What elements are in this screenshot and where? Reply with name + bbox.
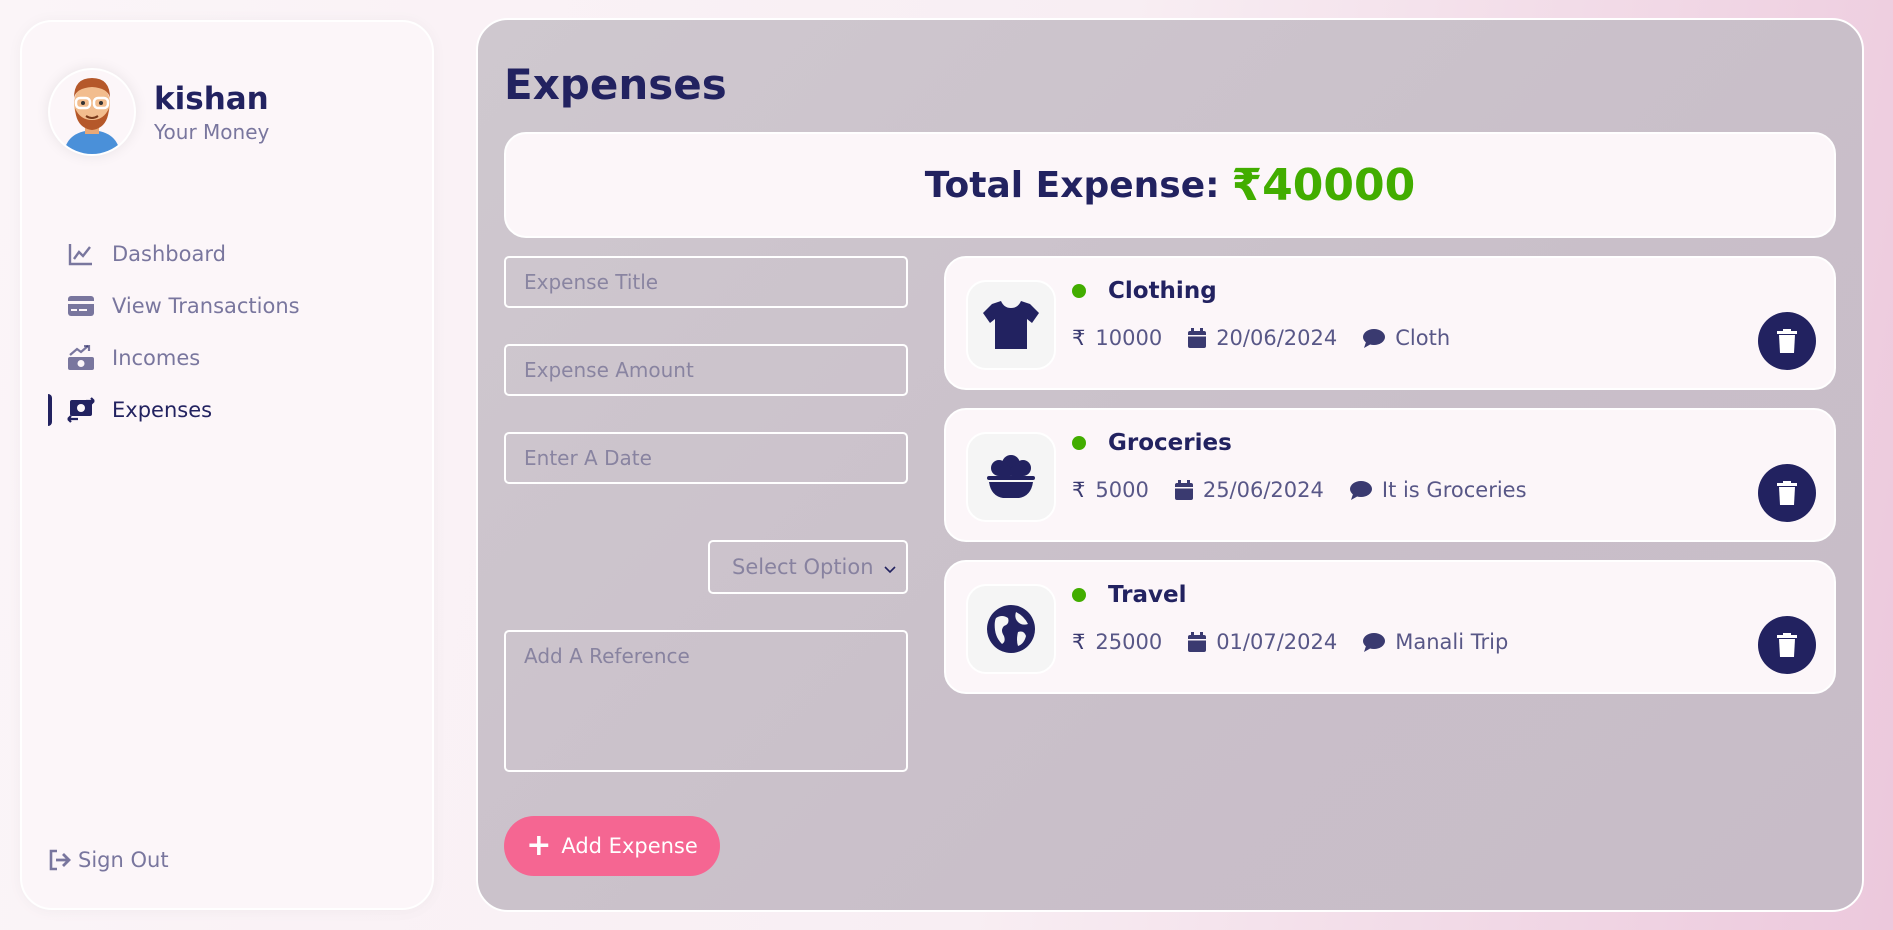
expense-note: Manali Trip — [1395, 630, 1509, 654]
user-profile: kishan Your Money — [48, 68, 269, 156]
expense-title: Travel — [1108, 582, 1187, 608]
money-bill-trend-icon — [66, 345, 96, 371]
expense-date: 01/07/2024 — [1216, 630, 1338, 654]
globe-icon — [966, 584, 1056, 674]
expense-amount: 25000 — [1095, 630, 1163, 654]
calendar-icon — [1188, 328, 1207, 348]
comment-icon — [1349, 480, 1372, 500]
expense-note: Cloth — [1395, 326, 1451, 350]
trash-icon — [1777, 329, 1797, 353]
nav-item-label: Dashboard — [112, 242, 226, 266]
expense-note: It is Groceries — [1381, 478, 1527, 502]
delete-expense-button[interactable] — [1758, 616, 1816, 674]
trash-icon — [1777, 481, 1797, 505]
expense-amount: 5000 — [1095, 478, 1149, 502]
expense-amount-input[interactable] — [504, 344, 908, 396]
expense-item: Groceries ₹5000 25/06/2024 It is Groceri… — [944, 408, 1836, 542]
status-dot — [1072, 436, 1086, 450]
category-select-value: Select Option — [732, 555, 874, 579]
main-panel: Expenses Total Expense: ₹40000 Select Op… — [476, 18, 1864, 912]
sign-out-button[interactable]: Sign Out — [48, 848, 169, 872]
user-subtitle: Your Money — [154, 120, 270, 144]
nav-menu: Dashboard View Transactions Incomes Expe… — [22, 228, 432, 436]
nav-item-dashboard[interactable]: Dashboard — [22, 228, 432, 280]
add-expense-label: Add Expense — [561, 834, 698, 858]
sidebar: kishan Your Money Dashboard View Transac… — [20, 20, 434, 910]
user-name: kishan — [154, 81, 269, 117]
trash-icon — [1777, 633, 1797, 657]
avatar-illustration — [64, 78, 120, 154]
plus-icon: + — [526, 828, 552, 863]
nav-item-view-transactions[interactable]: View Transactions — [22, 280, 432, 332]
chevron-down-icon — [884, 555, 896, 579]
nav-item-label: Expenses — [112, 398, 213, 422]
comment-icon — [1363, 632, 1386, 652]
nav-item-label: View Transactions — [112, 294, 300, 318]
sign-out-label: Sign Out — [78, 848, 169, 872]
rupee-icon: ₹ — [1072, 326, 1086, 350]
total-expense-value: ₹40000 — [1231, 159, 1416, 211]
expense-title: Clothing — [1108, 278, 1217, 304]
expense-title-input[interactable] — [504, 256, 908, 308]
expense-title: Groceries — [1108, 430, 1232, 456]
nav-item-incomes[interactable]: Incomes — [22, 332, 432, 384]
credit-card-icon — [66, 293, 96, 319]
comment-icon — [1363, 328, 1386, 348]
delete-expense-button[interactable] — [1758, 312, 1816, 370]
status-dot — [1072, 284, 1086, 298]
rupee-icon: ₹ — [1072, 630, 1086, 654]
nav-item-expenses[interactable]: Expenses — [22, 384, 432, 436]
expense-amount: 10000 — [1095, 326, 1163, 350]
expense-item: Clothing ₹10000 20/06/2024 Cloth — [944, 256, 1836, 390]
reference-textarea[interactable] — [504, 630, 908, 772]
chart-line-icon — [66, 241, 96, 267]
sign-out-icon — [48, 849, 72, 871]
expense-date-input[interactable] — [504, 432, 908, 484]
expense-item: Travel ₹25000 01/07/2024 Manali Trip — [944, 560, 1836, 694]
status-dot — [1072, 588, 1086, 602]
nav-item-label: Incomes — [112, 346, 201, 370]
expense-date: 25/06/2024 — [1202, 478, 1324, 502]
delete-expense-button[interactable] — [1758, 464, 1816, 522]
expense-date: 20/06/2024 — [1216, 326, 1338, 350]
total-expense-card: Total Expense: ₹40000 — [504, 132, 1836, 238]
calendar-icon — [1188, 632, 1207, 652]
avatar — [48, 68, 136, 156]
bowl-food-icon — [966, 432, 1056, 522]
shirt-icon — [966, 280, 1056, 370]
add-expense-button[interactable]: + Add Expense — [504, 816, 720, 876]
rupee-icon: ₹ — [1072, 478, 1086, 502]
money-bill-transfer-icon — [66, 397, 96, 423]
category-select[interactable]: Select Option — [708, 540, 908, 594]
total-expense-label: Total Expense: — [924, 164, 1220, 206]
calendar-icon — [1174, 480, 1193, 500]
page-title: Expenses — [504, 60, 727, 109]
